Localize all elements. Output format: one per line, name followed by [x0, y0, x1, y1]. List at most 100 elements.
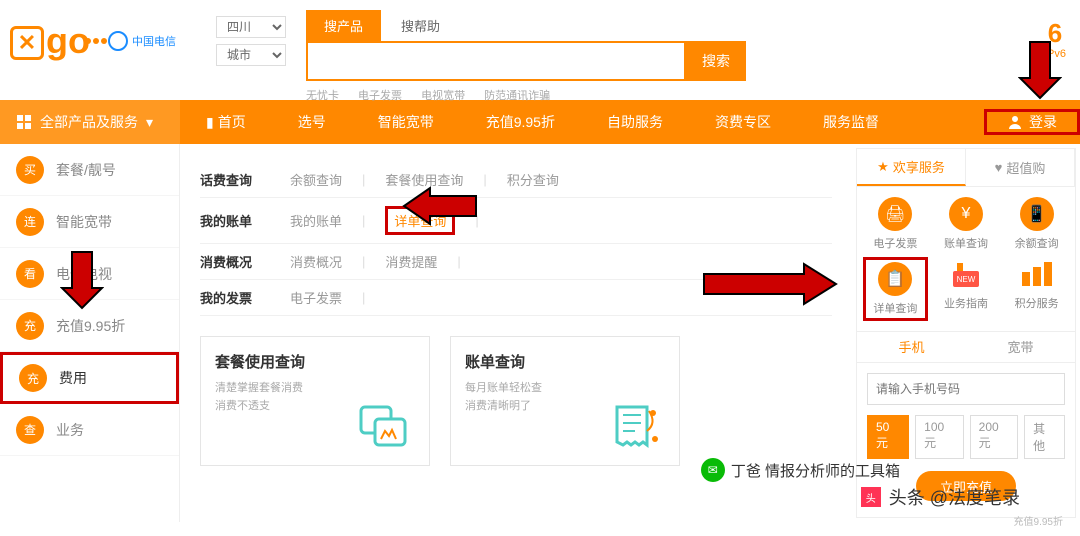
side-label: 充值9.95折 — [56, 316, 125, 336]
side-label: 业务 — [56, 420, 84, 440]
link-balance[interactable]: 余额查询 — [290, 170, 342, 189]
logo-x-icon: ✕ — [10, 26, 44, 60]
bill-icon: ¥ — [949, 197, 983, 231]
new-badge-icon: NEW — [949, 257, 983, 291]
row-label: 话费查询 — [200, 170, 270, 189]
cards: 套餐使用查询 清楚掌握套餐消费消费不透支 账单查询 每月账单轻松查消费清晰明了 — [200, 336, 832, 466]
nav-home[interactable]: 首页 — [180, 100, 272, 144]
card-package-usage[interactable]: 套餐使用查询 清楚掌握套餐消费消费不透支 — [200, 336, 430, 466]
side-label: 智能宽带 — [56, 212, 112, 232]
login-label: 登录 — [1029, 112, 1057, 132]
annotation-arrow-panel — [700, 262, 840, 306]
sidebar-item-business[interactable]: 查业务 — [0, 404, 179, 456]
rp-einvoice[interactable]: 🖨电子发票 — [863, 197, 928, 251]
city-select[interactable]: 城市 — [216, 44, 286, 66]
rp-points[interactable]: 积分服务 — [1004, 257, 1069, 321]
header: ✕go 中国电信 四川 城市 搜产品 搜帮助 搜索 无忧卡 电子发票 电视宽带 … — [0, 0, 1080, 100]
nav-login[interactable]: 登录 — [984, 109, 1080, 135]
search-input[interactable] — [306, 41, 686, 81]
rp-guide[interactable]: NEW业务指南 — [934, 257, 999, 321]
row-bill: 我的账单 我的账单| 详单查询| — [200, 198, 832, 244]
search-tab-help[interactable]: 搜帮助 — [383, 10, 458, 41]
phone-input[interactable] — [867, 373, 1065, 405]
search-tab-product[interactable]: 搜产品 — [306, 10, 381, 41]
carrier-icon — [108, 31, 128, 51]
rp-bill-query[interactable]: ¥账单查询 — [934, 197, 999, 251]
chevron-down-icon: ▾ — [146, 114, 153, 131]
link-points[interactable]: 积分查询 — [507, 170, 559, 189]
nav-category-menu[interactable]: 全部产品及服务 ▾ — [0, 100, 180, 144]
row-label: 我的发票 — [200, 288, 270, 307]
package-icon — [355, 401, 415, 451]
side-icon: 看 — [16, 260, 44, 288]
amt-50[interactable]: 50元 — [867, 415, 909, 459]
amt-100[interactable]: 100元 — [915, 415, 964, 459]
carrier-name: 中国电信 — [132, 33, 176, 49]
main-nav: 全部产品及服务 ▾ 首页 选号 智能宽带 充值9.95折 自助服务 资费专区 服… — [0, 100, 1080, 144]
row-balance: 话费查询 余额查询| 套餐使用查询| 积分查询 — [200, 162, 832, 198]
row-label: 消费概况 — [200, 252, 270, 271]
rp-tab-service[interactable]: ★欢享服务 — [857, 149, 966, 186]
side-icon: 连 — [16, 208, 44, 236]
content: 买套餐/靓号 连智能宽带 看电信电视 充充值9.95折 充费用 查业务 话费查询… — [0, 144, 1080, 522]
annotation-arrow-detail — [400, 186, 480, 226]
nav-tariff[interactable]: 资费专区 — [689, 100, 797, 144]
heart-icon: ♥ — [995, 160, 1003, 175]
side-label: 费用 — [59, 368, 87, 388]
sidebar-item-package[interactable]: 买套餐/靓号 — [0, 144, 179, 196]
amt-200[interactable]: 200元 — [970, 415, 1019, 459]
link-reminder[interactable]: 消费提醒 — [385, 252, 437, 271]
side-icon: 买 — [16, 156, 44, 184]
nav-recharge[interactable]: 充值9.95折 — [460, 100, 581, 144]
card-title: 账单查询 — [465, 351, 665, 372]
phone-icon: 📱 — [1020, 197, 1054, 231]
search-tabs: 搜产品 搜帮助 — [306, 10, 1020, 41]
logo-go: ✕go — [10, 20, 90, 62]
search-box: 搜索 — [306, 41, 1020, 81]
nav-supervision[interactable]: 服务监督 — [797, 100, 905, 144]
rp-sub-broadband[interactable]: 宽带 — [966, 332, 1075, 362]
nav-number[interactable]: 选号 — [272, 100, 352, 144]
row-label: 我的账单 — [200, 211, 270, 230]
points-icon — [1020, 257, 1054, 291]
link-einvoice[interactable]: 电子发票 — [290, 288, 342, 307]
watermark-wechat: ✉ 丁爸 情报分析师的工具箱 — [701, 458, 900, 482]
province-select[interactable]: 四川 — [216, 16, 286, 38]
annotation-arrow-sidebar — [60, 248, 104, 312]
nav-selfservice[interactable]: 自助服务 — [581, 100, 689, 144]
rp-balance[interactable]: 📱余额查询 — [1004, 197, 1069, 251]
rp-tabs: ★欢享服务 ♥超值购 — [857, 149, 1075, 187]
recharge-note: 充值9.95折 — [857, 513, 1075, 536]
sidebar-item-fees[interactable]: 充费用 — [0, 352, 179, 404]
search-button[interactable]: 搜索 — [686, 41, 746, 81]
nav-broadband[interactable]: 智能宽带 — [352, 100, 460, 144]
user-icon — [1007, 114, 1023, 130]
side-icon: 查 — [16, 416, 44, 444]
rp-tab-value[interactable]: ♥超值购 — [966, 149, 1075, 186]
bill-icon — [605, 401, 665, 451]
rp-service-icons: 🖨电子发票 ¥账单查询 📱余额查询 📋详单查询 NEW业务指南 积分服务 — [857, 187, 1075, 331]
sidebar-item-broadband[interactable]: 连智能宽带 — [0, 196, 179, 248]
annotation-arrow-login — [1018, 38, 1062, 102]
logo-dots-icon — [84, 12, 108, 54]
toutiao-icon: 头 — [861, 487, 881, 507]
side-label: 套餐/靓号 — [56, 160, 116, 180]
card-title: 套餐使用查询 — [215, 351, 415, 372]
rp-sub-tabs: 手机 宽带 — [857, 331, 1075, 363]
svg-text:NEW: NEW — [957, 275, 976, 284]
side-icon: 充 — [16, 312, 44, 340]
link-my-bill[interactable]: 我的账单 — [290, 211, 342, 230]
rp-sub-mobile[interactable]: 手机 — [857, 332, 966, 362]
star-icon: ★ — [877, 159, 889, 175]
nav-category-label: 全部产品及服务 — [40, 112, 138, 132]
logo-area[interactable]: ✕go 中国电信 — [10, 10, 176, 62]
card-bill-query[interactable]: 账单查询 每月账单轻松查消费清晰明了 — [450, 336, 680, 466]
watermark-toutiao: 头 头条 @法度笔录 — [861, 484, 1020, 510]
region-selector: 四川 城市 — [216, 10, 286, 72]
amt-other[interactable]: 其他 — [1024, 415, 1065, 459]
category-icon — [16, 114, 32, 130]
printer-icon: 🖨 — [878, 197, 912, 231]
link-consumption[interactable]: 消费概况 — [290, 252, 342, 271]
amount-options: 50元 100元 200元 其他 — [857, 415, 1075, 459]
rp-detail-query[interactable]: 📋详单查询 — [863, 257, 928, 321]
